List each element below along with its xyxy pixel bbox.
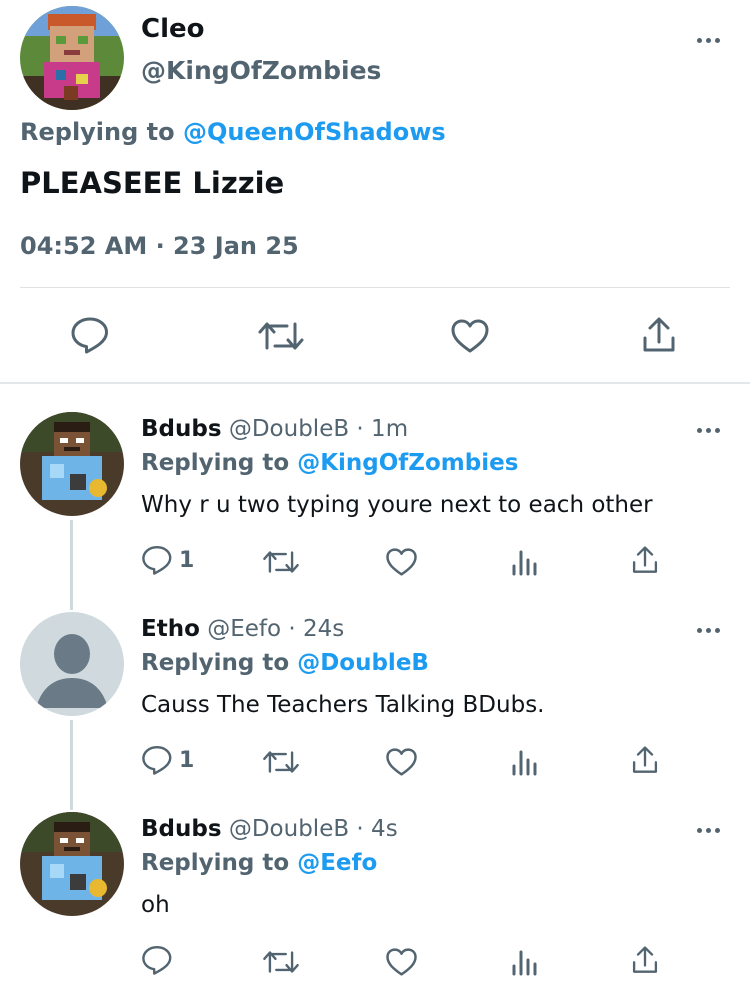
like-icon — [451, 319, 489, 353]
main-share-button[interactable] — [641, 316, 677, 354]
share-icon — [643, 317, 675, 352]
reply-handle-time[interactable]: @DoubleB · 1m — [229, 416, 408, 442]
like-button[interactable] — [385, 547, 418, 577]
views-button[interactable] — [510, 546, 540, 576]
reply-count: 1 — [179, 547, 195, 573]
reply-text: Why r u two typing youre next to each ot… — [141, 492, 653, 518]
reply-avatar[interactable] — [20, 412, 124, 516]
like-icon — [386, 548, 417, 576]
replying-label: Replying to — [20, 118, 175, 146]
thread-line — [70, 520, 73, 610]
reply-count: 1 — [179, 747, 195, 773]
replying-label: Replying to — [141, 650, 290, 676]
main-replying-line: Replying to @QueenOfShadows — [20, 118, 446, 146]
views-button[interactable] — [510, 746, 540, 776]
reply-button[interactable]: 1 — [141, 744, 194, 776]
reply-icon — [142, 945, 172, 975]
main-retweet-button[interactable] — [257, 318, 305, 354]
reply-replying-line: Replying to @KingOfZombies — [141, 450, 518, 476]
main-tweet-text: PLEASEEE Lizzie — [20, 166, 285, 200]
reply-icon — [71, 317, 108, 354]
reply-more-icon[interactable] — [697, 828, 720, 833]
reply-icon — [142, 745, 172, 775]
reply-replying-line: Replying to @DoubleB — [141, 650, 429, 676]
like-icon — [386, 748, 417, 776]
share-icon — [632, 946, 658, 973]
reply-header: Bdubs @DoubleB · 4s — [141, 816, 398, 842]
section-divider — [0, 382, 750, 384]
reply-display-name[interactable]: Bdubs — [141, 416, 222, 442]
reply-more-icon[interactable] — [697, 628, 720, 633]
reply-icon — [142, 545, 172, 575]
reply-display-name[interactable]: Etho — [141, 616, 200, 642]
like-icon — [386, 948, 417, 976]
replying-to-link[interactable]: @Eefo — [297, 850, 377, 876]
reply-header: Etho @Eefo · 24s — [141, 616, 344, 642]
reply-replying-line: Replying to @Eefo — [141, 850, 377, 876]
reply-more-icon[interactable] — [697, 428, 720, 433]
retweet-icon — [263, 751, 299, 773]
retweet-button[interactable] — [262, 547, 300, 577]
main-avatar[interactable] — [20, 6, 124, 110]
main-timestamp[interactable]: 04:52 AM · 23 Jan 25 — [20, 232, 299, 260]
main-like-button[interactable] — [450, 318, 490, 354]
main-display-name[interactable]: Cleo — [141, 14, 205, 44]
retweet-button[interactable] — [262, 947, 300, 977]
share-button[interactable] — [631, 545, 659, 575]
replying-to-link[interactable]: @DoubleB — [297, 650, 429, 676]
reply-header: Bdubs @DoubleB · 1m — [141, 416, 408, 442]
views-button[interactable] — [510, 946, 540, 976]
reply-button[interactable]: 1 — [141, 544, 194, 576]
retweet-icon — [258, 322, 304, 350]
main-reply-button[interactable] — [70, 316, 110, 354]
retweet-icon — [263, 551, 299, 573]
views-icon — [512, 550, 537, 576]
like-button[interactable] — [385, 747, 418, 777]
like-button[interactable] — [385, 947, 418, 977]
retweet-button[interactable] — [262, 747, 300, 777]
main-handle[interactable]: @KingOfZombies — [141, 56, 381, 85]
replying-label: Replying to — [141, 450, 290, 476]
replying-label: Replying to — [141, 850, 290, 876]
views-icon — [512, 750, 537, 776]
share-button[interactable] — [631, 945, 659, 975]
retweet-icon — [263, 951, 299, 973]
reply-text: Causs The Teachers Talking BDubs. — [141, 692, 545, 718]
reply-text: oh — [141, 892, 170, 918]
share-button[interactable] — [631, 745, 659, 775]
replying-to-link[interactable]: @QueenOfShadows — [183, 118, 446, 146]
main-divider — [20, 287, 730, 288]
reply-button[interactable] — [141, 944, 179, 976]
reply-handle-time[interactable]: @Eefo · 24s — [207, 616, 344, 642]
reply-avatar[interactable] — [20, 812, 124, 916]
main-more-icon[interactable] — [697, 38, 720, 43]
reply-display-name[interactable]: Bdubs — [141, 816, 222, 842]
share-icon — [632, 746, 658, 773]
thread-line — [70, 720, 73, 810]
reply-handle-time[interactable]: @DoubleB · 4s — [229, 816, 398, 842]
share-icon — [632, 546, 658, 573]
replying-to-link[interactable]: @KingOfZombies — [297, 450, 518, 476]
views-icon — [512, 950, 537, 976]
reply-avatar[interactable] — [20, 612, 124, 716]
